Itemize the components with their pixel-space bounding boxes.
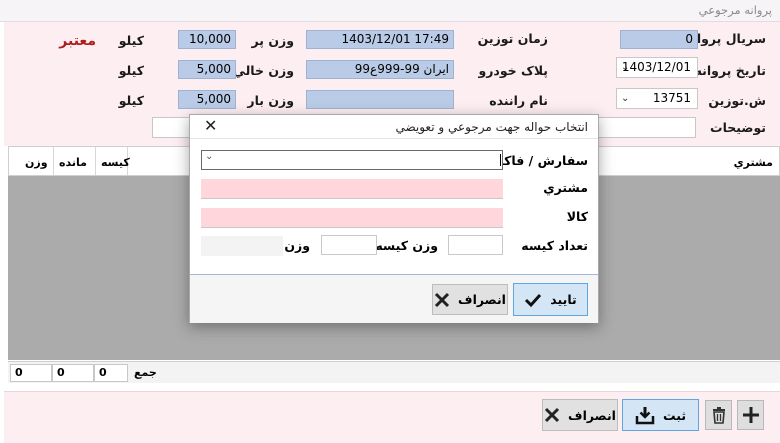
checkmark-icon	[525, 293, 542, 307]
unit-label: کيلو	[118, 63, 144, 78]
goods-field[interactable]	[201, 208, 503, 228]
empty-weight-label: وزن خالي	[232, 63, 294, 78]
full-weight-label: وزن پر	[251, 33, 294, 48]
bag-weight-field[interactable]	[321, 235, 377, 255]
chevron-down-icon: ⌄	[205, 151, 214, 162]
dialog-cancel-button[interactable]: انصراف	[432, 284, 508, 315]
status-badge: معتبر	[59, 33, 96, 49]
trash-icon	[712, 407, 725, 424]
plate-label: پلاک خودرو	[478, 63, 548, 78]
close-icon[interactable]: ✕	[204, 116, 217, 135]
chevron-down-icon: ⌄	[621, 93, 630, 104]
bag-weight-label: وزن کيسه	[375, 238, 438, 253]
total-remain: 0	[52, 364, 94, 382]
totals-row: جمع 0 0 0	[8, 361, 780, 383]
save-button[interactable]: ثبت	[622, 399, 699, 431]
goods-label: کالا	[566, 209, 588, 224]
dialog-title: انتخاب حواله جهت مرجوعي و تعويضي	[395, 120, 588, 134]
driver-field[interactable]	[306, 90, 454, 109]
customer-field[interactable]	[201, 179, 503, 199]
add-button[interactable]	[737, 400, 764, 430]
order-select[interactable]: ⌄	[201, 150, 503, 170]
totals-label: جمع	[134, 366, 157, 379]
download-tray-icon	[635, 407, 655, 425]
driver-label: نام راننده	[489, 93, 548, 108]
col-weight[interactable]: وزن	[25, 156, 48, 169]
plus-icon	[742, 407, 759, 423]
dialog-titlebar: انتخاب حواله جهت مرجوعي و تعويضي ✕	[190, 115, 598, 139]
bottom-toolbar: ثبت انصراف	[4, 391, 780, 443]
total-weight: 0	[10, 364, 52, 382]
empty-weight-field[interactable]: 5,000	[178, 60, 236, 79]
load-weight-label: وزن بار	[247, 93, 294, 108]
weigh-no-select[interactable]: ⌄ 13751	[616, 88, 698, 109]
delete-button[interactable]	[705, 400, 732, 430]
col-customer[interactable]: مشتري	[734, 156, 773, 169]
window-title: پروانه مرجوعي	[698, 3, 772, 17]
weigh-time-field[interactable]: 1403/12/01 17:49	[306, 30, 454, 49]
window-titlebar: پروانه مرجوعي	[0, 0, 780, 22]
unit-label: کيلو	[118, 93, 144, 108]
dialog-button-bar: تاييد انصراف	[190, 274, 598, 323]
col-remain[interactable]: مانده	[59, 156, 87, 169]
select-order-dialog: انتخاب حواله جهت مرجوعي و تعويضي ✕ سفارش…	[189, 114, 599, 323]
weigh-time-label: زمان توزين	[477, 31, 548, 46]
cancel-button[interactable]: انصراف	[542, 399, 618, 431]
load-weight-field[interactable]: 5,000	[178, 90, 236, 109]
date-picker[interactable]: ⌄ 1403/12/01	[616, 57, 698, 78]
weight-field	[201, 236, 283, 256]
weigh-no-label: ش.توزين	[708, 93, 766, 108]
customer-label: مشتري	[543, 180, 588, 195]
description-label: توضيحات	[710, 120, 766, 135]
bag-count-field[interactable]	[448, 235, 503, 255]
close-icon	[544, 407, 560, 423]
serial-field[interactable]: 0	[620, 30, 698, 49]
close-icon	[434, 292, 450, 307]
col-bag[interactable]: کيسه	[101, 156, 130, 169]
total-bag: 0	[94, 364, 128, 382]
date-label: تاريخ پروانه	[694, 63, 766, 78]
unit-label: کيلو	[118, 33, 144, 48]
weight-label: وزن	[284, 238, 310, 253]
plate-field[interactable]: ايران 99-999ع99	[306, 60, 454, 79]
confirm-button[interactable]: تاييد	[513, 283, 588, 316]
bag-count-label: تعداد کيسه	[521, 238, 588, 253]
full-weight-field[interactable]: 10,000	[178, 30, 236, 49]
